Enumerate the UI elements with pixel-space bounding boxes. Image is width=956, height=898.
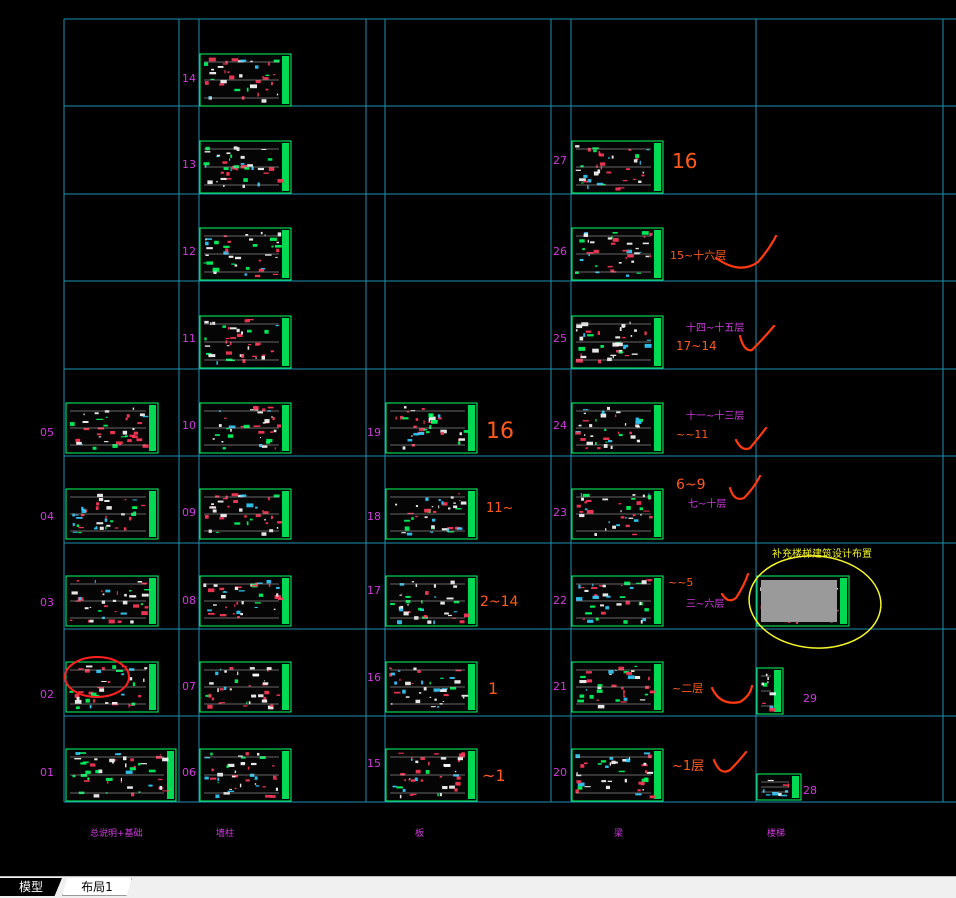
markup-text: 11~ — [486, 501, 513, 516]
drawing-sheet-thumbnail[interactable] — [65, 488, 159, 540]
markup-text: ~二层 — [672, 682, 703, 695]
column-label: 板 — [415, 827, 424, 839]
tab-layout1[interactable]: 布局1 — [62, 878, 132, 896]
drawing-sheet-thumbnail[interactable] — [199, 748, 292, 802]
drawing-sheet-thumbnail[interactable] — [199, 53, 292, 107]
sheet-number: 20 — [553, 766, 567, 779]
sheet-number: 01 — [40, 766, 54, 779]
sheet-number: 21 — [553, 680, 567, 693]
drawing-sheet-thumbnail[interactable] — [199, 227, 292, 281]
stair-markup-title: 补充楼梯建筑设计布置 — [772, 547, 872, 560]
markup-text: 七~十层 — [688, 497, 726, 510]
sheet-number: 14 — [182, 72, 196, 85]
drawing-sheet-thumbnail[interactable] — [199, 488, 292, 540]
drawing-sheet-thumbnail[interactable] — [65, 402, 159, 454]
sheet-number: 26 — [553, 245, 567, 258]
sheet-number: 15 — [367, 757, 381, 770]
drawing-sheet-thumbnail[interactable] — [65, 661, 159, 713]
drawing-sheet-thumbnail[interactable] — [65, 748, 177, 802]
sheet-number: 22 — [553, 594, 567, 607]
tab-model[interactable]: 模型 — [0, 878, 62, 896]
column-label: 总说明+基础 — [90, 827, 143, 839]
sheet-number: 23 — [553, 506, 567, 519]
sheet-number: 18 — [367, 510, 381, 523]
markup-text: ~1 — [482, 766, 506, 785]
drawing-sheet-thumbnail[interactable] — [385, 748, 478, 802]
markup-text: 2~14 — [480, 594, 519, 610]
sheet-number: 27 — [553, 154, 567, 167]
layout-tab-bar: 模型 布局1 — [0, 876, 956, 898]
drawing-sheet-thumbnail[interactable] — [199, 140, 292, 194]
sheet-number: 03 — [40, 596, 54, 609]
drawing-sheet-thumbnail[interactable] — [756, 667, 784, 715]
stair-detail-panel — [761, 580, 837, 622]
drawing-sheet-thumbnail[interactable] — [199, 661, 292, 713]
drawing-sheet-thumbnail[interactable] — [385, 575, 478, 627]
drawing-sheet-thumbnail[interactable] — [199, 315, 292, 369]
sheet-number: 06 — [182, 766, 196, 779]
sheet-number: 28 — [803, 784, 817, 797]
sheet-number: 29 — [803, 692, 817, 705]
drawing-sheet-thumbnail[interactable] — [571, 227, 664, 281]
drawing-sheet-thumbnail[interactable] — [65, 575, 159, 627]
drawing-sheet-thumbnail[interactable] — [571, 488, 664, 540]
markup-text: 6~9 — [676, 477, 706, 493]
drawing-sheet-thumbnail[interactable] — [385, 661, 478, 713]
sheet-number: 11 — [182, 332, 196, 345]
drawing-sheet-thumbnail[interactable] — [571, 140, 664, 194]
sheet-number: 17 — [367, 584, 381, 597]
drawing-sheet-thumbnail[interactable] — [571, 661, 664, 713]
sheet-number: 02 — [40, 688, 54, 701]
column-label: 梁 — [614, 827, 623, 839]
drawing-sheet-thumbnail[interactable] — [571, 575, 664, 627]
markup-text: 16 — [486, 419, 514, 444]
grid — [63, 18, 956, 803]
sheet-number: 16 — [367, 671, 381, 684]
markup-text: ~~5 — [668, 576, 693, 589]
markup-text: 16 — [672, 149, 697, 173]
column-label: 楼梯 — [767, 827, 785, 839]
sheet-number: 07 — [182, 680, 196, 693]
sheet-number: 12 — [182, 245, 196, 258]
drawing-sheet-thumbnail[interactable] — [199, 402, 292, 454]
cad-model-space[interactable]: 05 04 03 02 01 14 13 12 11 10 09 08 07 0… — [0, 0, 956, 876]
markup-text: ~1层 — [672, 759, 704, 774]
sheet-number: 10 — [182, 419, 196, 432]
drawing-sheet-thumbnail[interactable] — [571, 748, 664, 802]
sheet-number: 25 — [553, 332, 567, 345]
drawing-sheet-thumbnail[interactable] — [571, 315, 664, 369]
drawing-sheet-thumbnail[interactable] — [385, 402, 478, 454]
sheet-number: 05 — [40, 426, 54, 439]
markup-text: 十四~十五层 — [686, 321, 744, 334]
markup-text: 三~六层 — [686, 598, 724, 610]
sheet-number: 04 — [40, 510, 54, 523]
markup-text: ~~11 — [676, 428, 708, 441]
drawing-sheet-thumbnail[interactable] — [571, 402, 664, 454]
sheet-number: 24 — [553, 419, 567, 432]
column-label: 墙柱 — [216, 827, 234, 839]
drawing-sheet-thumbnail[interactable] — [199, 575, 292, 627]
markup-text: 17~14 — [676, 339, 717, 353]
column-labels: 总说明+基础 墙柱 板 梁 楼梯 — [90, 827, 785, 839]
markup-text: 1 — [488, 679, 498, 698]
sheet-number: 13 — [182, 158, 196, 171]
sheet-number: 09 — [182, 506, 196, 519]
sheet-number: 08 — [182, 594, 196, 607]
sheet-number: 19 — [367, 426, 381, 439]
drawing-sheet-thumbnail[interactable] — [385, 488, 478, 540]
markup-text: 十一~十三层 — [686, 409, 744, 422]
drawing-sheet-thumbnail[interactable] — [756, 773, 802, 801]
